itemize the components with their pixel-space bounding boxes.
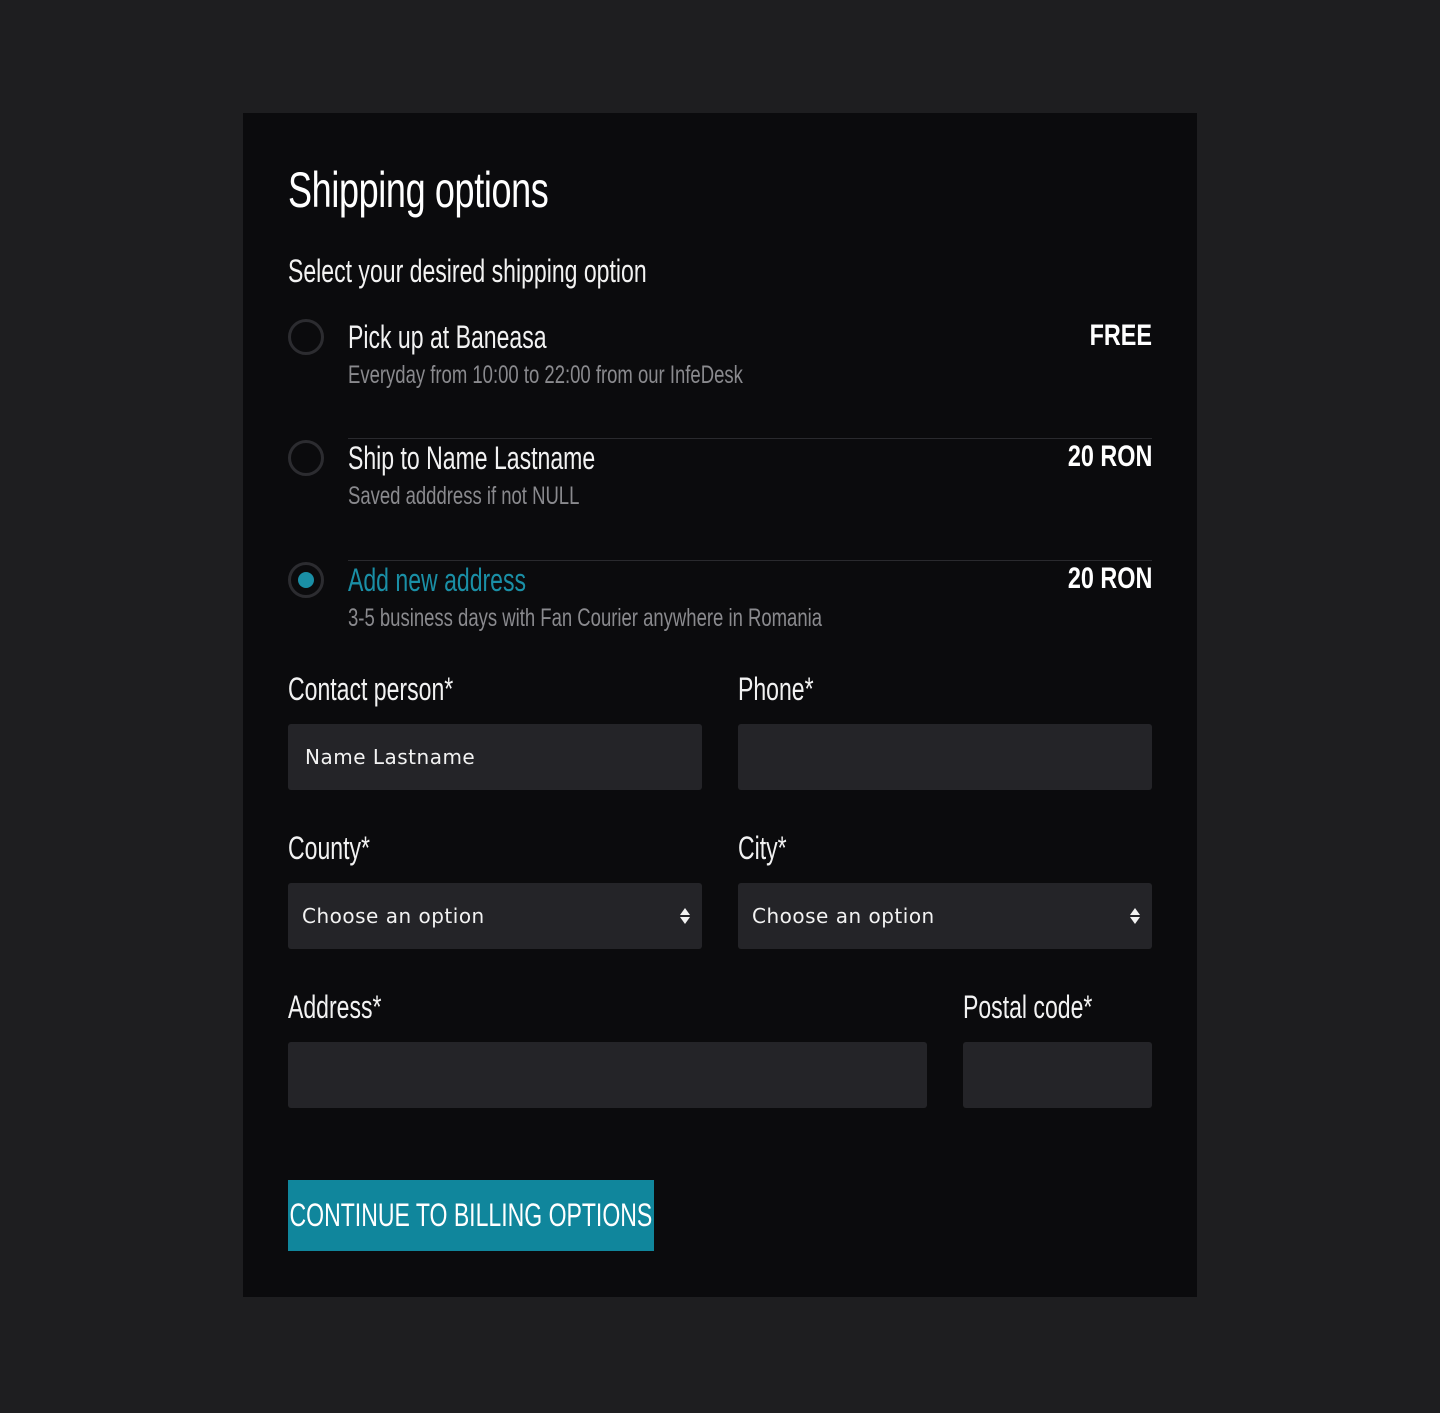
shipping-card: Shipping options Select your desired shi… xyxy=(243,113,1197,1297)
county-label: County* xyxy=(288,830,370,866)
option-price: FREE xyxy=(1089,319,1152,352)
option-description: Everyday from 10:00 to 22:00 from our In… xyxy=(348,361,743,389)
shipping-option-pickup[interactable]: Pick up at Baneasa Everyday from 10:00 t… xyxy=(288,319,1152,439)
option-description: Saved adddress if not NULL xyxy=(348,482,580,510)
postal-code-label: Postal code* xyxy=(963,989,1093,1025)
contact-person-label: Contact person* xyxy=(288,671,454,707)
divider xyxy=(348,438,1152,439)
select-arrows-icon xyxy=(680,908,690,924)
radio-saved[interactable] xyxy=(288,440,324,476)
select-arrows-icon xyxy=(1130,908,1140,924)
continue-billing-button[interactable]: CONTINUE TO BILLING OPTIONS xyxy=(288,1180,654,1251)
option-label: Ship to Name Lastname xyxy=(348,440,596,476)
continue-billing-label: CONTINUE TO BILLING OPTIONS xyxy=(289,1197,653,1233)
shipping-option-saved[interactable]: Ship to Name Lastname Saved adddress if … xyxy=(288,440,1152,561)
phone-label: Phone* xyxy=(738,671,814,707)
city-select[interactable]: Choose an option xyxy=(738,883,1152,949)
city-select-value: Choose an option xyxy=(752,904,935,928)
address-label: Address* xyxy=(288,989,382,1025)
option-price: 20 RON xyxy=(1067,440,1152,473)
option-description: 3-5 business days with Fan Courier anywh… xyxy=(348,604,823,632)
contact-person-input[interactable] xyxy=(288,724,702,790)
section-subtitle: Select your desired shipping option xyxy=(288,253,647,289)
phone-input[interactable] xyxy=(738,724,1152,790)
county-select-value: Choose an option xyxy=(302,904,485,928)
option-price: 20 RON xyxy=(1067,562,1152,595)
address-input[interactable] xyxy=(288,1042,927,1108)
city-label: City* xyxy=(738,830,787,866)
postal-code-input[interactable] xyxy=(963,1042,1152,1108)
page-title: Shipping options xyxy=(288,162,549,218)
option-label: Add new address xyxy=(348,562,527,598)
radio-new-address[interactable] xyxy=(288,562,324,598)
option-label: Pick up at Baneasa xyxy=(348,319,547,355)
county-select[interactable]: Choose an option xyxy=(288,883,702,949)
radio-pickup[interactable] xyxy=(288,319,324,355)
shipping-option-new-address[interactable]: Add new address 3-5 business days with F… xyxy=(288,562,1152,642)
divider xyxy=(348,560,1152,561)
